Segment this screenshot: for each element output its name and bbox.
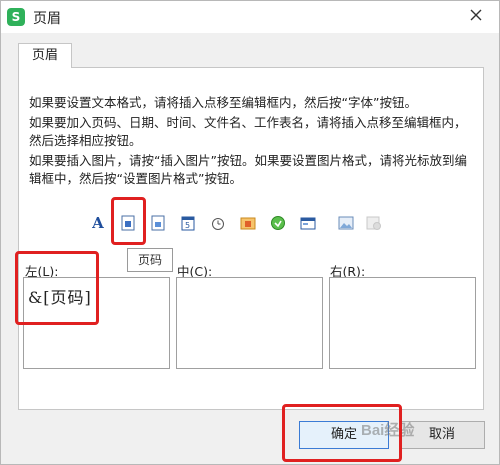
insert-date-button[interactable]: 5 [177, 211, 199, 235]
window-title: 页眉 [33, 11, 61, 27]
insert-page-number-button[interactable] [117, 211, 139, 235]
left-section-text: &[页码] [28, 288, 92, 307]
insert-picture-button[interactable] [335, 211, 357, 235]
page-number-icon [121, 215, 135, 230]
tab-header[interactable]: 页眉 [18, 43, 72, 68]
filename-icon [271, 215, 285, 230]
center-section-editor[interactable] [176, 277, 323, 369]
close-button[interactable] [465, 6, 487, 28]
calendar-icon: 5 [181, 216, 195, 230]
font-icon: A [92, 214, 104, 232]
clock-icon [212, 217, 224, 230]
picture-icon [338, 216, 354, 229]
tooltip-page-number: 页码 [127, 248, 173, 272]
title-bar: S 页眉 [1, 1, 499, 33]
instruction-fields: 如果要加入页码、日期、时间、文件名、工作表名，请将插入点移至编辑框内，然后选择相… [29, 115, 467, 148]
format-picture-icon [366, 216, 381, 230]
instruction-picture: 如果要插入图片，请按“插入图片”按钮。如果要设置图片格式，请将光标放到编辑框中，… [29, 153, 467, 186]
left-section-editor[interactable]: &[页码] [23, 277, 170, 369]
insert-filename-button[interactable] [267, 211, 289, 235]
watermark-text: Bai经验 [361, 422, 415, 439]
font-button[interactable]: A [87, 211, 109, 235]
insert-path-button[interactable] [237, 211, 259, 235]
insert-page-count-button[interactable] [147, 211, 169, 235]
sheet-name-icon [300, 217, 316, 229]
insert-time-button[interactable] [207, 211, 229, 235]
dialog-window: S 页眉 页眉 如果要设置文本格式，请将插入点移至编辑框内，然后按“字体”按钮。… [0, 0, 500, 465]
page-count-icon [151, 215, 165, 230]
format-picture-button[interactable] [363, 211, 385, 235]
instruction-font: 如果要设置文本格式，请将插入点移至编辑框内，然后按“字体”按钮。 [29, 95, 417, 110]
right-section-editor[interactable] [329, 277, 476, 369]
close-icon [470, 9, 482, 21]
svg-text:5: 5 [185, 221, 190, 230]
insert-sheet-name-button[interactable] [297, 211, 319, 235]
folder-path-icon [240, 217, 256, 229]
app-logo-icon: S [7, 8, 25, 26]
